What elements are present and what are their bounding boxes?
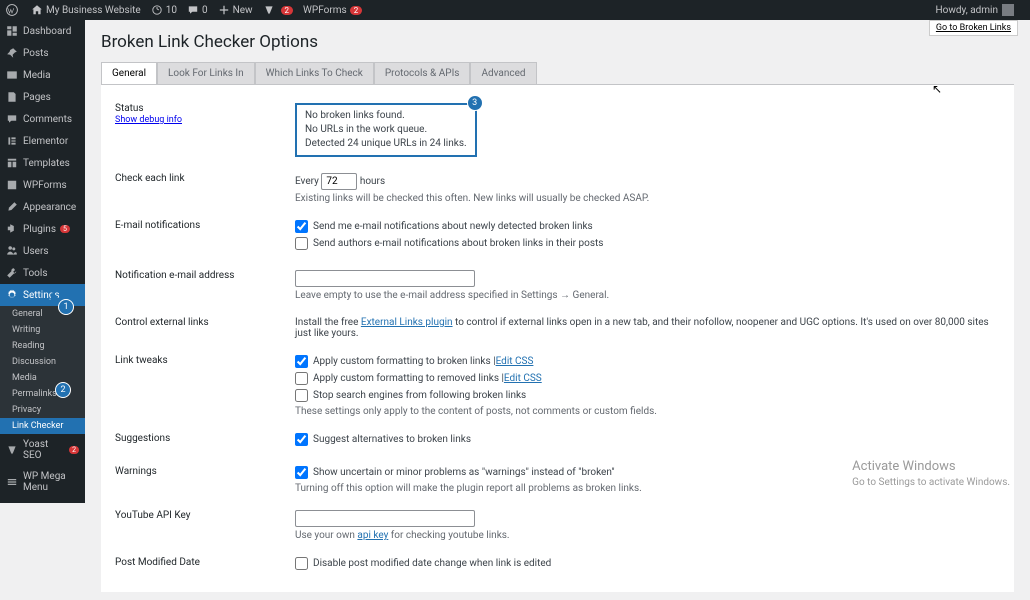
show-debug-link[interactable]: Show debug info xyxy=(115,115,182,125)
removed-format-checkbox[interactable] xyxy=(295,372,308,385)
sidebar-item-dashboard[interactable]: Dashboard xyxy=(0,20,85,42)
edit-css-broken-link[interactable]: Edit CSS xyxy=(496,356,534,367)
sidebar-item-wpforms[interactable]: WPForms xyxy=(0,174,85,196)
media-icon xyxy=(6,69,18,81)
tab-protocols-apis[interactable]: Protocols & APIs xyxy=(374,62,471,84)
sidebar-item-templates[interactable]: Templates xyxy=(0,152,85,174)
updates-link[interactable]: 10 xyxy=(151,4,177,16)
sidebar-item-posts[interactable]: Posts xyxy=(0,42,85,64)
external-links-label: Control external links xyxy=(115,317,295,339)
check-interval-input[interactable] xyxy=(321,173,357,190)
page-title: Broken Link Checker Options xyxy=(101,32,1014,52)
admin-sidebar: DashboardPostsMediaPagesCommentsElemento… xyxy=(0,20,85,503)
youtube-api-key-label: YouTube API Key xyxy=(115,510,295,541)
link-tweaks-label: Link tweaks xyxy=(115,355,295,417)
sidebar-subitem-reading[interactable]: Reading xyxy=(0,338,85,354)
check-each-link-label: Check each link xyxy=(115,173,295,204)
sidebar-item-tools[interactable]: Tools xyxy=(0,262,85,284)
sidebar-item-mega-menu[interactable]: Mega Menu xyxy=(0,498,85,503)
tools-icon xyxy=(6,267,18,279)
sidebar-subitem-writing[interactable]: Writing xyxy=(0,322,85,338)
status-label: Status xyxy=(115,103,295,114)
comment-icon xyxy=(6,113,18,125)
dash-icon xyxy=(6,25,18,37)
stop-search-checkbox[interactable] xyxy=(295,389,308,402)
edit-css-removed-link[interactable]: Edit CSS xyxy=(504,373,542,384)
users-icon xyxy=(6,245,18,257)
yoast-icon xyxy=(263,4,275,16)
plugin-icon xyxy=(6,223,18,235)
annotation-1: 1 xyxy=(58,299,74,315)
pin-icon xyxy=(6,47,18,59)
suggest-checkbox[interactable] xyxy=(295,433,308,446)
warnings-label: Warnings xyxy=(115,466,295,494)
tab-advanced[interactable]: Advanced xyxy=(470,62,536,84)
notification-address-label: Notification e-mail address xyxy=(115,270,295,301)
sidebar-item-elementor[interactable]: Elementor xyxy=(0,130,85,152)
howdy-account[interactable]: Howdy, admin xyxy=(936,4,1014,16)
go-to-broken-links-button[interactable]: Go to Broken Links xyxy=(929,20,1018,36)
api-key-link[interactable]: api key xyxy=(357,530,388,541)
page-icon xyxy=(6,91,18,103)
broken-format-checkbox[interactable] xyxy=(295,355,308,368)
windows-watermark: Activate Windows Go to Settings to activ… xyxy=(852,459,1010,489)
sidebar-item-users[interactable]: Users xyxy=(0,240,85,262)
content-area: Broken Link Checker Options GeneralLook … xyxy=(85,20,1030,600)
warnings-checkbox[interactable] xyxy=(295,466,308,479)
notify-me-checkbox[interactable] xyxy=(295,220,308,233)
post-modified-checkbox[interactable] xyxy=(295,557,308,570)
cursor-icon: ↖ xyxy=(932,82,942,96)
sidebar-item-plugins[interactable]: Plugins5 xyxy=(0,218,85,240)
sidebar-item-yoast-seo[interactable]: Yoast SEO2 xyxy=(0,434,85,466)
plus-icon xyxy=(218,4,230,16)
status-box: No broken links found. No URLs in the wo… xyxy=(295,103,477,157)
options-tabs: GeneralLook For Links InWhich Links To C… xyxy=(101,62,1014,85)
sidebar-item-wp-mega-menu[interactable]: WP Mega Menu xyxy=(0,466,85,498)
wpforms-icon xyxy=(6,179,18,191)
mega-icon xyxy=(6,476,18,488)
home-icon xyxy=(31,4,43,16)
notify-authors-checkbox[interactable] xyxy=(295,237,308,250)
yoast-icon xyxy=(6,444,18,456)
email-notifications-label: E-mail notifications xyxy=(115,220,295,254)
post-modified-date-label: Post Modified Date xyxy=(115,557,295,574)
tab-look-for-links-in[interactable]: Look For Links In xyxy=(157,62,255,84)
sidebar-subitem-media[interactable]: Media xyxy=(0,370,85,386)
site-name-link[interactable]: My Business Website xyxy=(31,4,141,16)
wp-logo[interactable] xyxy=(6,4,21,16)
comments-link[interactable]: 0 xyxy=(187,4,208,16)
annotation-3: 3 xyxy=(467,95,483,111)
sidebar-subitem-discussion[interactable]: Discussion xyxy=(0,354,85,370)
sidebar-item-pages[interactable]: Pages xyxy=(0,86,85,108)
notification-email-input[interactable] xyxy=(295,270,475,287)
refresh-icon xyxy=(151,4,163,16)
annotation-2: 2 xyxy=(55,382,71,398)
suggestions-label: Suggestions xyxy=(115,433,295,450)
external-links-plugin-link[interactable]: External Links plugin xyxy=(361,317,453,328)
tab-which-links-to-check[interactable]: Which Links To Check xyxy=(255,62,374,84)
brush-icon xyxy=(6,201,18,213)
sidebar-subitem-permalinks[interactable]: Permalinks xyxy=(0,386,85,402)
sidebar-item-media[interactable]: Media xyxy=(0,64,85,86)
sidebar-subitem-link-checker[interactable]: Link Checker xyxy=(0,418,85,434)
sidebar-item-appearance[interactable]: Appearance xyxy=(0,196,85,218)
template-icon xyxy=(6,157,18,169)
comment-icon xyxy=(187,4,199,16)
settings-icon xyxy=(6,289,18,301)
tab-general[interactable]: General xyxy=(101,62,157,84)
sidebar-subitem-privacy[interactable]: Privacy xyxy=(0,402,85,418)
yoast-link[interactable]: 2 xyxy=(263,4,294,16)
elementor-icon xyxy=(6,135,18,147)
avatar xyxy=(1002,4,1014,16)
wpforms-link[interactable]: WPForms2 xyxy=(303,5,362,16)
sidebar-item-comments[interactable]: Comments xyxy=(0,108,85,130)
youtube-api-key-input[interactable] xyxy=(295,510,475,527)
admin-bar: My Business Website 10 0 New 2 WPForms2 … xyxy=(0,0,1030,20)
new-content-link[interactable]: New xyxy=(218,4,253,16)
